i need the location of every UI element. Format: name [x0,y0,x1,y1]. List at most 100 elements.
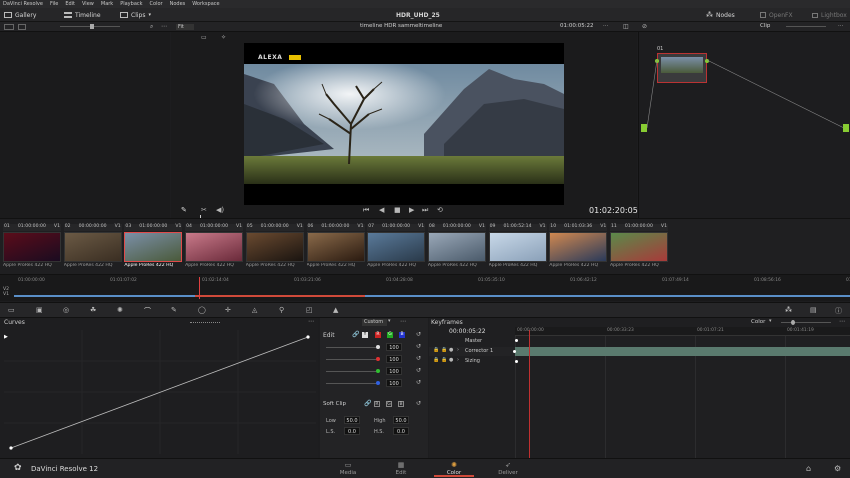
lock-icon-2[interactable]: 🔒 [441,347,447,353]
picker-icon[interactable]: ✎ [181,206,187,214]
page-color-button[interactable]: ✺ Color [434,461,474,477]
low-input[interactable]: 50.0 [344,416,360,424]
play-button[interactable]: ▶ [409,206,414,214]
more-options-icon-3[interactable]: ⋯ [838,23,844,29]
bypass-icon[interactable]: ⊘ [642,23,647,30]
keyframe-row-master[interactable]: Master [465,338,482,344]
menu-app[interactable]: DaVinci Resolve [3,1,43,7]
reverse-button[interactable]: ◀ [379,206,384,214]
keyframe-sizing[interactable] [515,360,518,363]
ls-input[interactable]: 0.0 [344,427,360,435]
keyframe-zoom-slider[interactable] [781,322,831,323]
intensity-slider[interactable] [326,371,376,372]
curves-tool-icon[interactable]: ⌒ [144,306,151,316]
clip-thumbnail[interactable]: 03 01:00:00:00 V1 Apple ProRes 422 HQ [124,224,183,268]
lock-icon-4[interactable]: 🔒 [441,357,447,363]
intensity-slider[interactable] [326,383,376,384]
menu-view[interactable]: View [82,1,94,7]
lock-icon[interactable]: 🔒 [433,347,439,353]
highlight-icon[interactable]: ✧ [221,34,226,41]
mini-timeline[interactable]: V2 V1 01:00:00:00 01:01:07:02 01:02:14:04 0… [0,274,850,301]
menu-playback[interactable]: Playback [120,1,142,7]
hs-input[interactable]: 0.0 [393,427,409,435]
more-options-icon-5[interactable]: ⋯ [400,318,406,325]
keyframe-mode-select[interactable]: Color [751,319,765,325]
3d-icon[interactable]: ▲ [333,306,338,314]
reset-icon[interactable]: ↺ [416,367,421,374]
more-options-icon-2[interactable]: ⋯ [603,23,609,29]
keyframe-zoom-handle[interactable] [791,320,795,325]
intensity-slider[interactable] [326,359,376,360]
clip-thumbnail[interactable]: 08 01:00:00:00 V1 Apple ProRes 422 HQ [427,224,486,268]
audio-icon[interactable]: ◀) [216,206,224,214]
motion-effects-icon[interactable]: ✺ [117,306,123,314]
keyframe-master[interactable] [515,339,518,342]
nodes-button[interactable]: ⁂ Nodes [706,10,735,20]
channel-r-button[interactable]: R [375,332,381,338]
key-icon[interactable]: ⚲ [279,306,284,314]
search-icon[interactable]: ⌕ [150,23,153,31]
chevron-right-icon[interactable]: › [457,347,459,353]
channel-b-button[interactable]: B [399,332,405,338]
panel-toggle-icon[interactable] [4,24,14,30]
clip-thumbnail[interactable]: 06 01:00:00:00 V1 Apple ProRes 422 HQ [306,224,365,268]
lock-icon-3[interactable]: 🔒 [433,357,439,363]
keyframe-row-sizing[interactable]: Sizing [465,358,480,364]
reset-icon[interactable]: ↺ [416,379,421,386]
curves-graph[interactable] [4,330,316,454]
page-deliver-button[interactable]: ➶ Deliver [488,461,528,477]
high-input[interactable]: 50.0 [393,416,409,424]
link-icon-2[interactable]: 🔗 [364,400,371,407]
menu-color[interactable]: Color [150,1,163,7]
reset-icon[interactable]: ↺ [416,343,421,350]
gallery-button[interactable]: Gallery [4,10,36,20]
scopes-icon[interactable]: ▤ [810,306,817,314]
channel-g-button[interactable]: G [387,332,393,338]
intensity-input[interactable]: 100 [386,355,402,363]
clip-thumbnail[interactable]: 05 01:00:00:00 V1 Apple ProRes 422 HQ [245,224,304,268]
window-icon[interactable]: ◯ [198,306,206,314]
timeline-button[interactable]: Timeline [64,10,101,20]
visibility-dot-icon[interactable]: ● [449,347,453,353]
visibility-dot-icon-2[interactable]: ● [449,357,453,363]
zoom-select[interactable]: Fit [176,24,194,30]
corrector-keyframe-bar[interactable] [515,347,850,356]
reset-icon-soft[interactable]: ↺ [416,400,421,407]
keyframe-ruler[interactable]: 00:00:00:00 00:00:33:23 00:01:07:21 00:01:4… [515,327,850,336]
link-icon[interactable]: 🔗 [352,331,359,338]
scissors-icon[interactable]: ✂ [201,206,207,214]
menu-nodes[interactable]: Nodes [170,1,186,7]
source-input-node[interactable] [641,124,647,132]
color-match-icon[interactable]: ▣ [36,306,43,314]
curve-point-white[interactable] [306,335,310,339]
keyframe-row-corrector[interactable]: Corrector 1 [465,348,493,354]
tracker-icon[interactable]: ✛ [225,306,231,314]
clip-thumbnail[interactable]: 04 01:00:00:00 V1 Apple ProRes 422 HQ [185,224,244,268]
reset-icon[interactable]: ↺ [416,331,421,338]
last-frame-button[interactable]: ⏭ [422,206,428,215]
lightbox-button[interactable]: Lightbox [812,10,847,20]
clip-thumbnail[interactable]: 01 01:00:00:00 V1 Apple ProRes 422 HQ [3,224,61,268]
timeline-name[interactable]: timeline HDR sammeltimeline [360,23,442,29]
gear-icon[interactable]: ⚙ [834,464,841,473]
panel-toggle-icon-2[interactable] [18,24,26,30]
softclip-b-button[interactable]: B [398,401,404,407]
page-edit-button[interactable]: ▦ Edit [381,461,421,477]
qualifier-icon[interactable]: ✎ [171,306,177,314]
menu-workspace[interactable]: Workspace [192,1,219,7]
clip-thumbnail[interactable]: 07 01:00:00:00 V1 Apple ProRes 422 HQ [367,224,426,268]
color-wheels-icon[interactable]: ◎ [63,306,69,314]
keyframe-corrector[interactable] [513,350,516,353]
curve-point-black[interactable] [9,446,13,450]
clips-button[interactable]: Clips ▾ [120,10,151,20]
clip-thumbnail[interactable]: 09 01:00:52:14 V1 Apple ProRes 422 HQ [488,224,547,268]
keyframes-tool-icon[interactable]: ⁂ [785,306,792,314]
first-frame-button[interactable]: ⏮ [363,206,369,215]
info-icon[interactable]: ⓘ [835,306,842,316]
page-media-button[interactable]: ▭ Media [328,461,368,477]
clip-thumbnail[interactable]: 10 01:01:03:36 V1 Apple ProRes 422 HQ [549,224,608,268]
channel-y-button[interactable]: Y [362,332,368,338]
playhead[interactable] [199,277,200,299]
slider-handle[interactable] [90,24,94,29]
node-zoom-slider[interactable] [786,26,826,27]
